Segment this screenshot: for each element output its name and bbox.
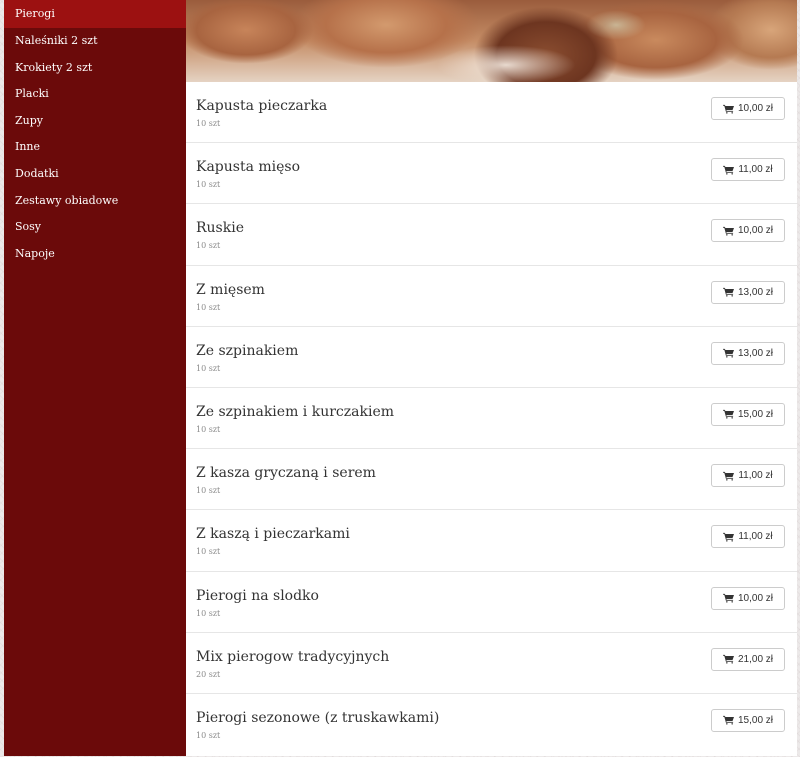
cart-icon [722, 104, 734, 114]
cart-icon [722, 593, 734, 603]
item-name: Z kasza gryczaną i serem [196, 465, 376, 482]
price-label: 11,00 zł [738, 470, 773, 482]
price-label: 15,00 zł [737, 714, 774, 726]
menu-content: Kapusta pieczarka 10 szt 10,00 zł Kapust… [186, 0, 797, 756]
add-to-cart-button[interactable]: 15,00 zł [711, 708, 785, 732]
item-name: Pierogi sezonowe (z truskawkami) [196, 709, 440, 726]
menu-item: Pierogi sezonowe (z truskawkami) 10 szt … [186, 694, 797, 755]
cart-icon [723, 532, 735, 542]
item-name: Kapusta pieczarka [196, 98, 328, 114]
item-quantity: 10 szt [196, 241, 221, 251]
item-quantity: 10 szt [196, 424, 221, 434]
price-label: 21,00 zł [737, 653, 774, 665]
item-quantity: 10 szt [196, 486, 221, 496]
cart-icon [723, 165, 735, 175]
cart-icon [722, 226, 734, 236]
item-quantity: 10 szt [196, 302, 221, 312]
item-name: Kapusta mięso [196, 159, 301, 176]
sidebar-item-placki[interactable]: Placki [4, 81, 186, 108]
cart-icon [722, 716, 734, 725]
add-to-cart-button[interactable]: 13,00 zł [711, 341, 785, 365]
category-sidebar: Pierogi Naleśniki 2 szt Krokiety 2 szt P… [4, 0, 186, 756]
add-to-cart-button[interactable]: 11,00 zł [711, 525, 785, 549]
price-label: 11,00 zł [738, 164, 773, 176]
cart-icon [722, 349, 734, 358]
price-label: 10,00 zł [737, 103, 774, 114]
add-to-cart-button[interactable]: 21,00 zł [711, 647, 785, 671]
price-label: 15,00 zł [737, 408, 774, 420]
sidebar-item-pierogi[interactable]: Pierogi [4, 0, 186, 28]
banner-highlight [436, 45, 576, 82]
sidebar-item-dodatki[interactable]: Dodatki [4, 161, 186, 188]
item-quantity: 10 szt [196, 547, 221, 557]
sidebar-item-napoje[interactable]: Napoje [4, 241, 186, 268]
menu-item: Z mięsem 10 szt 13,00 zł [186, 266, 797, 327]
price-label: 13,00 zł [737, 286, 774, 298]
add-to-cart-button[interactable]: 15,00 zł [711, 402, 785, 426]
sidebar-item-zupy[interactable]: Zupy [4, 108, 186, 135]
item-name: Ruskie [196, 220, 244, 237]
menu-item: Ze szpinakiem i kurczakiem 10 szt 15,00 … [186, 388, 797, 450]
app-window: Pierogi Naleśniki 2 szt Krokiety 2 szt P… [4, 0, 797, 756]
menu-item: Pierogi na slodko 10 szt 10,00 zł [186, 572, 797, 633]
add-to-cart-button[interactable]: 10,00 zł [711, 219, 785, 243]
item-name: Ze szpinakiem i kurczakiem [196, 403, 395, 420]
menu-item: Mix pierogow tradycyjnych 20 szt 21,00 z… [186, 633, 797, 694]
sidebar-item-krokiety[interactable]: Krokiety 2 szt [4, 55, 186, 82]
item-quantity: 10 szt [196, 608, 221, 618]
menu-item: Ze szpinakiem 10 szt 13,00 zł [186, 327, 797, 388]
cart-icon [723, 471, 735, 481]
cart-icon [722, 410, 734, 420]
menu-item: Ruskie 10 szt 10,00 zł [186, 204, 797, 266]
add-to-cart-button[interactable]: 11,00 zł [711, 158, 785, 182]
add-to-cart-button[interactable]: 11,00 zł [711, 464, 785, 488]
item-quantity: 10 szt [196, 119, 221, 128]
menu-item: Z kasza gryczaną i serem 10 szt 11,00 zł [186, 449, 797, 511]
menu-item: Z kaszą i pieczarkami 10 szt 11,00 zł [186, 510, 797, 572]
cart-icon [722, 655, 734, 664]
price-label: 10,00 zł [737, 592, 774, 604]
add-to-cart-button[interactable]: 10,00 zł [711, 97, 785, 120]
banner-highlight [586, 10, 646, 40]
menu-item-list: Kapusta pieczarka 10 szt 10,00 zł Kapust… [186, 82, 797, 756]
sidebar-item-inne[interactable]: Inne [4, 134, 186, 161]
add-to-cart-button[interactable]: 10,00 zł [711, 586, 785, 610]
item-name: Z mięsem [196, 281, 265, 298]
item-quantity: 10 szt [196, 180, 221, 190]
menu-item: Kapusta mięso 10 szt 11,00 zł [186, 143, 797, 205]
sidebar-item-nalesniki[interactable]: Naleśniki 2 szt [4, 28, 186, 55]
item-name: Mix pierogow tradycyjnych [196, 648, 390, 665]
item-quantity: 10 szt [196, 363, 221, 373]
sidebar-item-zestawy-obiadowe[interactable]: Zestawy obiadowe [4, 188, 186, 215]
item-name: Ze szpinakiem [196, 342, 299, 359]
price-label: 11,00 zł [738, 531, 773, 543]
item-quantity: 20 szt [196, 669, 221, 679]
category-banner-image [186, 0, 797, 82]
sidebar-item-sosy[interactable]: Sosy [4, 214, 186, 241]
price-label: 10,00 zł [737, 225, 774, 237]
price-label: 13,00 zł [737, 347, 774, 359]
item-name: Pierogi na slodko [196, 587, 319, 604]
item-quantity: 10 szt [196, 730, 221, 740]
cart-icon [722, 287, 734, 297]
add-to-cart-button[interactable]: 13,00 zł [711, 280, 785, 304]
item-name: Z kaszą i pieczarkami [196, 526, 350, 543]
menu-item: Kapusta pieczarka 10 szt 10,00 zł [186, 82, 797, 144]
